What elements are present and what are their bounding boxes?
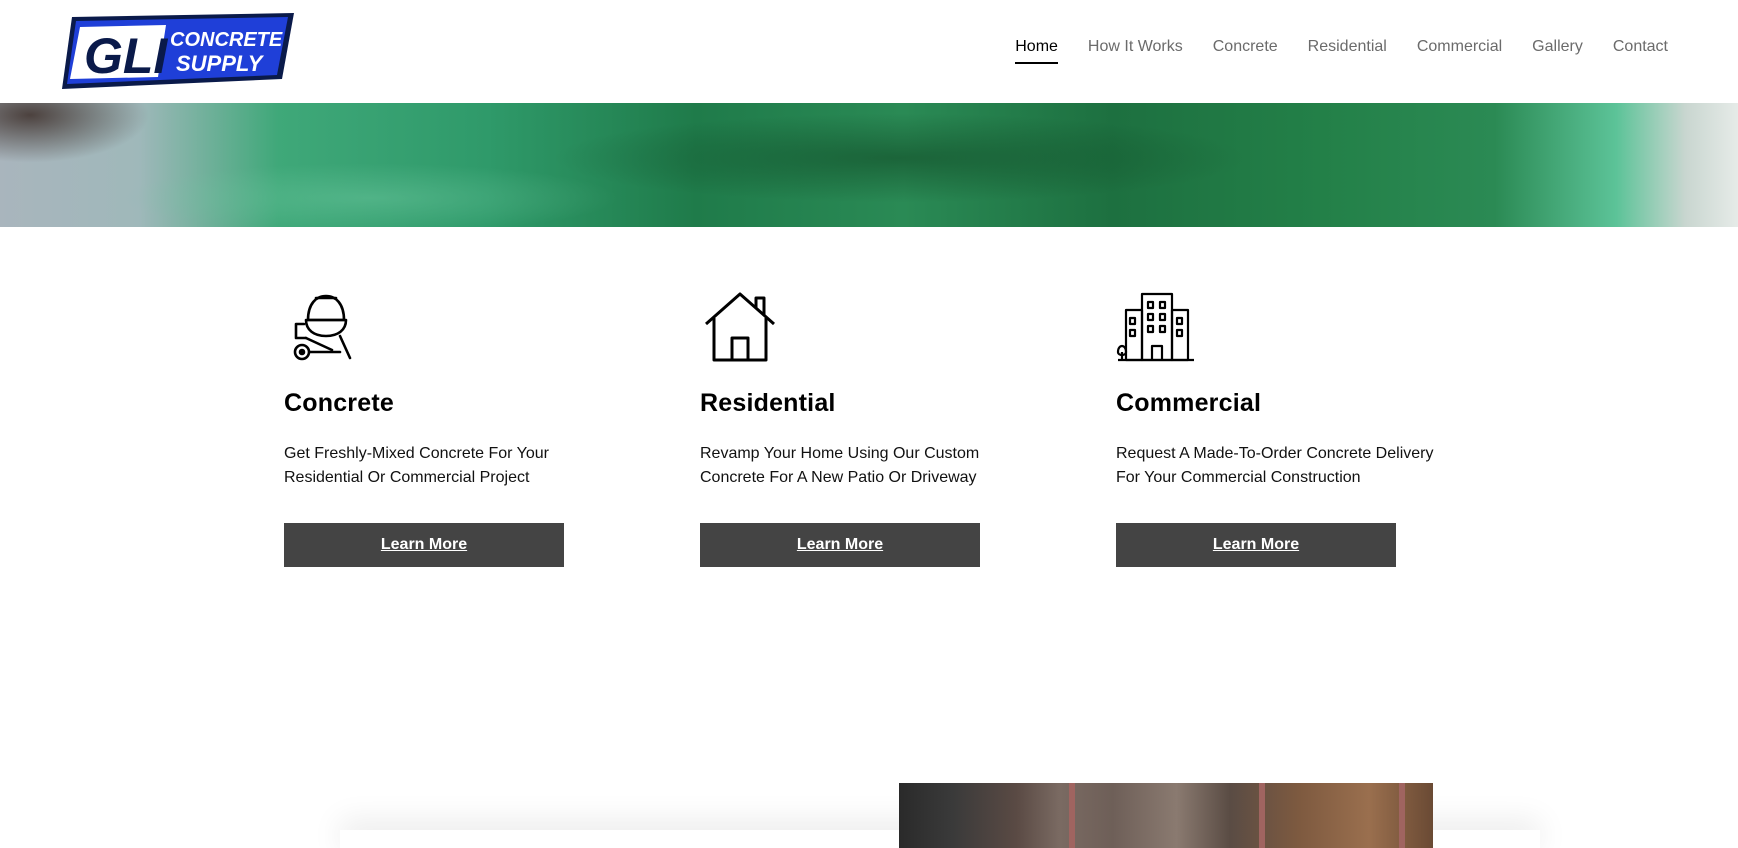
svg-text:CONCRETE: CONCRETE <box>170 29 283 51</box>
main-nav: Home How It Works Concrete Residential C… <box>1015 38 1668 64</box>
learn-more-button[interactable]: Learn More <box>1116 523 1396 567</box>
feature-description: Get Freshly-Mixed Concrete For Your Resi… <box>284 445 549 486</box>
office-building-icon <box>1116 292 1194 362</box>
feature-description: Request A Made-To-Order Concrete Deliver… <box>1116 445 1434 486</box>
hero-image <box>0 103 1738 227</box>
svg-text:GLI: GLI <box>84 28 168 84</box>
feature-title: Residential <box>700 389 836 417</box>
nav-concrete[interactable]: Concrete <box>1213 38 1278 64</box>
nav-contact[interactable]: Contact <box>1613 38 1668 64</box>
learn-more-button[interactable]: Learn More <box>284 523 564 567</box>
house-icon <box>705 292 775 362</box>
learn-more-button[interactable]: Learn More <box>700 523 980 567</box>
site-logo[interactable]: GLI CONCRETE SUPPLY <box>62 13 294 89</box>
nav-residential[interactable]: Residential <box>1308 38 1387 64</box>
feature-title: Commercial <box>1116 389 1262 417</box>
site-header: GLI CONCRETE SUPPLY Home How It Works Co… <box>0 0 1738 103</box>
cement-mixer-icon <box>293 294 352 361</box>
feature-title: Concrete <box>284 389 394 417</box>
feature-card-residential: Residential Revamp Your Home Using Our C… <box>700 290 1060 567</box>
feature-card-commercial: Commercial Request A Made-To-Order Concr… <box>1116 290 1476 567</box>
nav-gallery[interactable]: Gallery <box>1532 38 1583 64</box>
warehouse-photo <box>899 783 1433 848</box>
nav-how-it-works[interactable]: How It Works <box>1088 38 1183 64</box>
svg-text:SUPPLY: SUPPLY <box>176 51 265 76</box>
nav-commercial[interactable]: Commercial <box>1417 38 1502 64</box>
feature-description: Revamp Your Home Using Our Custom Concre… <box>700 445 980 486</box>
nav-home[interactable]: Home <box>1015 38 1058 64</box>
feature-card-concrete: Concrete Get Freshly-Mixed Concrete For … <box>284 290 644 567</box>
